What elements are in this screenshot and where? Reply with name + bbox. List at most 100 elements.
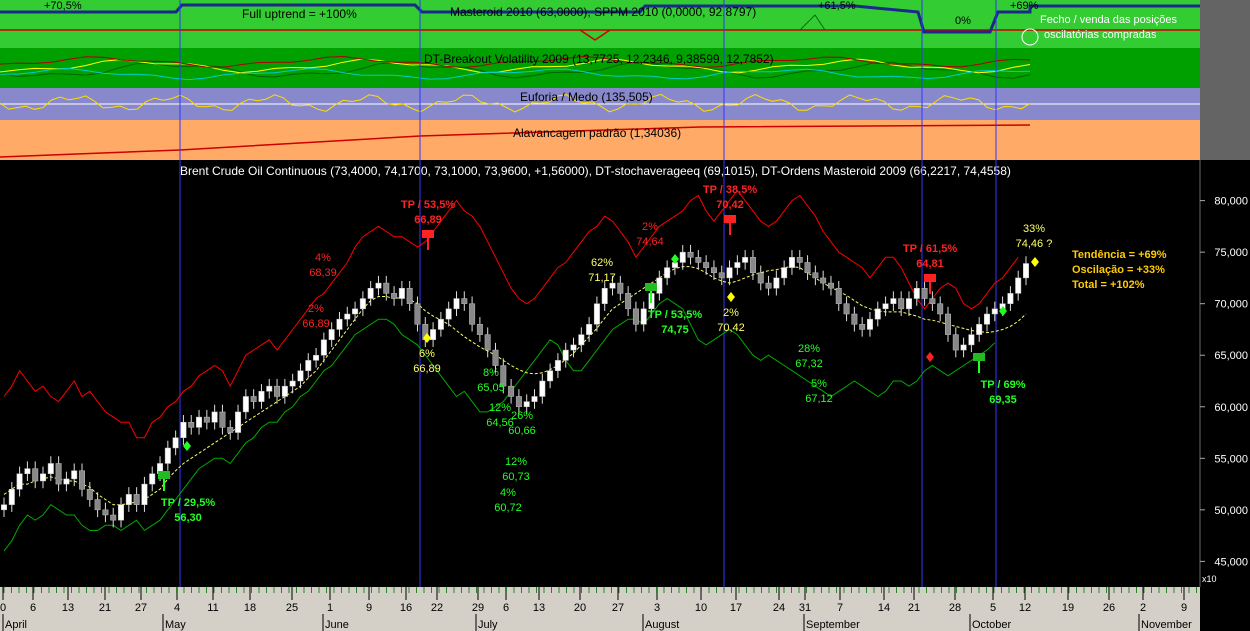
- mid-pct-label: +61,5%: [818, 0, 856, 12]
- yellow-pct-label: 62%: [591, 257, 613, 269]
- candle-body: [968, 334, 975, 346]
- candle-body: [344, 313, 351, 320]
- y-tick-label: 55,000: [1214, 453, 1248, 465]
- candle-body: [445, 308, 452, 320]
- x-day-label: 27: [135, 602, 147, 614]
- exit-buy-icon: [645, 283, 657, 291]
- x-day-label: 21: [99, 602, 111, 614]
- candle-body: [55, 463, 62, 485]
- top-panel-title: Masteroid 2010 (63,0000), SPPM 2010 (0,0…: [450, 5, 756, 19]
- tp-red-label: TP / 53,5%: [401, 199, 455, 211]
- candle-body: [905, 298, 912, 310]
- x-day-label: 21: [908, 602, 920, 614]
- red-pct-value: 68,39: [309, 267, 337, 279]
- candle-body: [125, 494, 132, 505]
- candle-body: [664, 267, 671, 279]
- summary-tendencia: Tendência = +69%: [1072, 249, 1167, 261]
- candle-body: [406, 287, 413, 304]
- x-month-label: July: [478, 619, 498, 631]
- candle-body: [266, 385, 273, 392]
- candle-body: [796, 257, 803, 263]
- candle-body: [305, 360, 312, 371]
- x-day-label: 2: [1140, 602, 1146, 614]
- x-month-label: August: [645, 619, 679, 631]
- x-day-label: 17: [730, 602, 742, 614]
- x-day-label: 28: [949, 602, 961, 614]
- green-pct-label: 8%: [483, 367, 499, 379]
- candle-body: [984, 313, 990, 325]
- x-month-label: June: [325, 619, 349, 631]
- candle-body: [945, 313, 951, 335]
- candle-body: [32, 468, 39, 482]
- green-pct-value: 60,66: [508, 425, 536, 437]
- tp-red-label: TP / 61,5%: [903, 243, 957, 255]
- candle-body: [843, 303, 850, 315]
- x-day-label: 6: [503, 602, 509, 614]
- candle-body: [531, 396, 538, 402]
- green-pct-label: 28%: [798, 343, 820, 355]
- candle-body: [570, 344, 577, 351]
- candle-body: [227, 427, 234, 433]
- candle-body: [960, 344, 967, 351]
- candle-body: [851, 313, 858, 325]
- candle-body: [453, 298, 460, 310]
- candle-body: [882, 303, 889, 310]
- summary-total: Total = +102%: [1072, 279, 1145, 291]
- candle-body: [656, 277, 663, 294]
- y-tick-label: 50,000: [1214, 505, 1248, 517]
- candle-body: [1007, 293, 1014, 304]
- candle-body: [703, 262, 710, 268]
- candle-body: [47, 463, 54, 475]
- alavancagem-title: Alavancagem padrão (1,34036): [513, 126, 681, 140]
- green-pct-value: 60,72: [494, 502, 522, 514]
- x-day-label: 13: [533, 602, 545, 614]
- tp-green-label: TP / 53,5%: [648, 309, 702, 321]
- candle-body: [617, 282, 624, 294]
- candle-body: [773, 277, 780, 289]
- yellow-pct-value: 66,89: [413, 363, 441, 375]
- tp-green-label: TP / 69%: [980, 379, 1025, 391]
- green-pct-value: 65,05: [477, 382, 505, 394]
- right-pct-label: +69%: [1010, 0, 1039, 12]
- candle-body: [726, 267, 733, 279]
- main-panel-title: Brent Crude Oil Continuous (73,4000, 74,…: [180, 164, 1011, 178]
- x-day-label: 25: [286, 602, 298, 614]
- candle-body: [188, 421, 195, 428]
- candle-body: [476, 324, 483, 335]
- summary-oscilacao: Oscilação = +33%: [1072, 264, 1165, 276]
- x-day-label: 18: [244, 602, 256, 614]
- candle-body: [781, 267, 788, 279]
- candle-body: [586, 324, 593, 335]
- candle-body: [250, 396, 257, 402]
- candle-body: [578, 334, 585, 346]
- candle-body: [742, 257, 749, 263]
- x-day-label: 9: [366, 602, 372, 614]
- candle-body: [203, 416, 210, 423]
- candle-body: [437, 318, 444, 330]
- candle-body: [804, 262, 811, 274]
- candle-body: [734, 262, 741, 268]
- x-day-label: 16: [400, 602, 412, 614]
- exit-buy-icon: [158, 471, 170, 479]
- candle-body: [632, 308, 639, 325]
- trading-chart: Masteroid 2010 (63,0000), SPPM 2010 (0,0…: [0, 0, 1250, 631]
- yellow-pct-value: 74,46 ?: [1016, 238, 1053, 250]
- x-month-label: May: [165, 619, 186, 631]
- candle-body: [952, 334, 959, 351]
- exit-sell-icon: [724, 215, 736, 223]
- y-tick-label: 75,000: [1214, 247, 1248, 259]
- candle-body: [180, 421, 187, 438]
- legend-text-line2: oscilatórias compradas: [1044, 29, 1157, 41]
- candle-body: [289, 380, 296, 387]
- candle-body: [86, 488, 93, 500]
- tp-green-label: TP / 29,5%: [161, 497, 215, 509]
- green-pct-value: 67,32: [795, 358, 823, 370]
- zero-pct-label: 0%: [955, 15, 971, 27]
- x-day-label: 19: [1062, 602, 1074, 614]
- candle-body: [976, 324, 983, 335]
- tp-red-value: 66,89: [414, 214, 442, 226]
- candle-body: [757, 272, 764, 284]
- x-day-label: 29: [472, 602, 484, 614]
- red-pct-label: 4%: [315, 252, 331, 264]
- candle-body: [141, 483, 148, 505]
